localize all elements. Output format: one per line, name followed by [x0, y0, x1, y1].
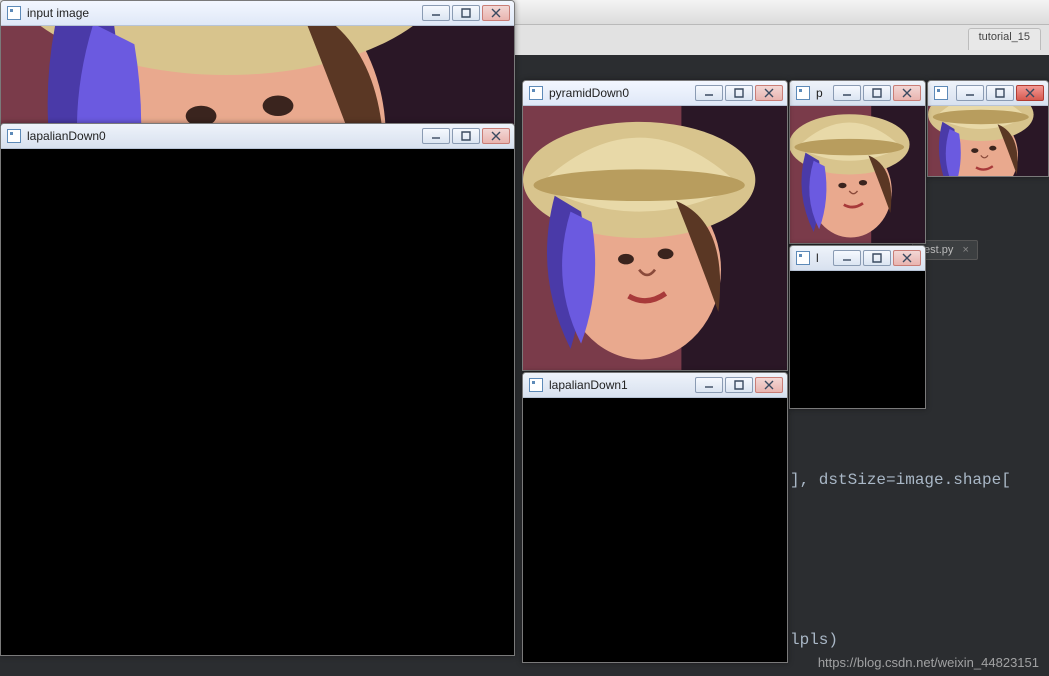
maximize-icon	[995, 88, 1005, 98]
app-icon	[7, 6, 21, 20]
app-icon	[529, 378, 543, 392]
close-button[interactable]	[482, 5, 510, 21]
app-icon	[796, 251, 810, 265]
window-title: lapalianDown0	[27, 129, 422, 143]
window-lap2[interactable]: l	[789, 245, 926, 409]
close-icon	[764, 88, 774, 98]
window-pyr0[interactable]: pyramidDown0	[522, 80, 788, 371]
app-icon	[796, 86, 810, 100]
maximize-button[interactable]	[986, 85, 1014, 101]
minimize-icon	[704, 88, 714, 98]
maximize-icon	[872, 253, 882, 263]
titlebar[interactable]: lapalianDown0	[1, 124, 514, 149]
ide-run-config-tab[interactable]: tutorial_15	[968, 28, 1041, 50]
laplacian-image	[1, 149, 514, 655]
titlebar[interactable]: l	[790, 246, 925, 271]
maximize-button[interactable]	[725, 85, 753, 101]
titlebar[interactable]	[928, 81, 1048, 106]
window-title: p	[816, 86, 833, 100]
code-line: lpls)	[790, 624, 1011, 656]
window-title: pyramidDown0	[549, 86, 695, 100]
window-content	[1, 149, 514, 655]
window-lap0[interactable]: lapalianDown0	[0, 123, 515, 656]
minimize-button[interactable]	[833, 85, 861, 101]
window-title: lapalianDown1	[549, 378, 695, 392]
close-button[interactable]	[1016, 85, 1044, 101]
window-input[interactable]: input image	[0, 0, 515, 125]
lena-image	[1, 26, 514, 124]
window-content	[790, 106, 925, 243]
window-pyr2[interactable]	[927, 80, 1049, 177]
close-button[interactable]	[893, 85, 921, 101]
window-title: input image	[27, 6, 422, 20]
maximize-icon	[461, 131, 471, 141]
minimize-icon	[431, 8, 441, 18]
laplacian-image	[790, 271, 925, 408]
minimize-icon	[842, 88, 852, 98]
code-line: ], dstSize=image.shape[	[790, 464, 1011, 496]
window-lap1[interactable]: lapalianDown1	[522, 372, 788, 663]
minimize-button[interactable]	[422, 128, 450, 144]
close-icon	[491, 131, 501, 141]
window-content	[523, 106, 787, 370]
window-content	[523, 398, 787, 662]
maximize-icon	[461, 8, 471, 18]
minimize-icon	[842, 253, 852, 263]
minimize-button[interactable]	[833, 250, 861, 266]
maximize-button[interactable]	[452, 5, 480, 21]
maximize-icon	[734, 380, 744, 390]
minimize-button[interactable]	[422, 5, 450, 21]
minimize-icon	[704, 380, 714, 390]
window-pyr1[interactable]: p	[789, 80, 926, 244]
maximize-button[interactable]	[863, 85, 891, 101]
minimize-button[interactable]	[695, 377, 723, 393]
window-content	[928, 106, 1048, 176]
close-button[interactable]	[893, 250, 921, 266]
minimize-icon	[965, 88, 975, 98]
minimize-icon	[431, 131, 441, 141]
close-icon[interactable]: ×	[962, 244, 968, 256]
maximize-button[interactable]	[725, 377, 753, 393]
close-icon	[1025, 88, 1035, 98]
titlebar[interactable]: pyramidDown0	[523, 81, 787, 106]
ide-code-area: ], dstSize=image.shape[ lpls) [i], pyram…	[790, 400, 1011, 676]
window-title: l	[816, 251, 833, 265]
close-icon	[491, 8, 501, 18]
minimize-button[interactable]	[695, 85, 723, 101]
titlebar[interactable]: p	[790, 81, 925, 106]
maximize-icon	[872, 88, 882, 98]
close-button[interactable]	[482, 128, 510, 144]
maximize-button[interactable]	[863, 250, 891, 266]
close-icon	[902, 88, 912, 98]
maximize-button[interactable]	[452, 128, 480, 144]
app-icon	[7, 129, 21, 143]
titlebar[interactable]: lapalianDown1	[523, 373, 787, 398]
close-icon	[902, 253, 912, 263]
lena-image	[928, 106, 1048, 176]
window-content	[1, 26, 514, 124]
laplacian-image	[523, 398, 787, 662]
app-icon	[529, 86, 543, 100]
lena-image	[523, 106, 787, 370]
close-button[interactable]	[755, 85, 783, 101]
maximize-icon	[734, 88, 744, 98]
window-content	[790, 271, 925, 408]
watermark: https://blog.csdn.net/weixin_44823151	[818, 655, 1039, 670]
close-icon	[764, 380, 774, 390]
titlebar[interactable]: input image	[1, 1, 514, 26]
ide-tab-strip: tutorial_15	[968, 28, 1041, 50]
lena-image	[790, 106, 925, 243]
app-icon	[934, 86, 948, 100]
close-button[interactable]	[755, 377, 783, 393]
minimize-button[interactable]	[956, 85, 984, 101]
